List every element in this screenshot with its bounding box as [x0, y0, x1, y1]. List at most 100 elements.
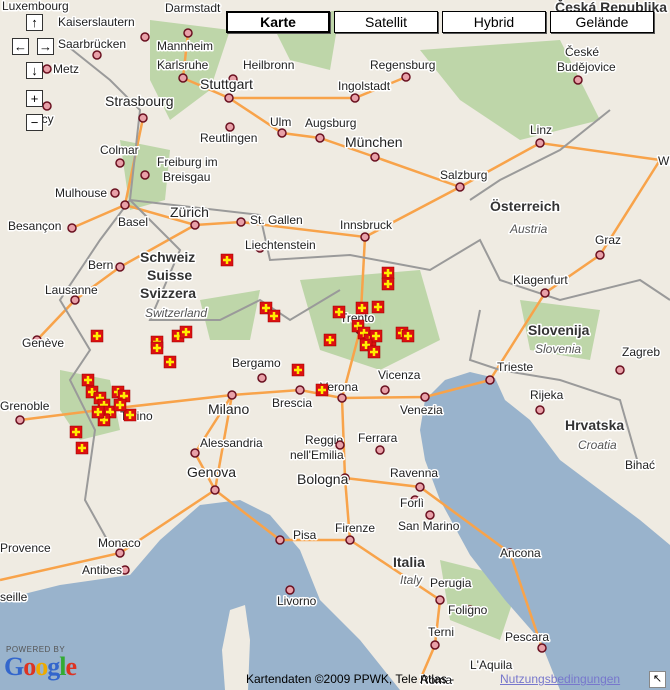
city-label: Perugia	[430, 576, 472, 590]
location-marker[interactable]	[220, 253, 234, 267]
city-label: Luxembourg	[2, 0, 69, 13]
city-label: Livorno	[277, 594, 317, 608]
city-dot	[535, 138, 545, 148]
country-label: Svizzera	[140, 285, 196, 301]
pan-up-button[interactable]: ↑	[26, 14, 43, 31]
city-label: Colmar	[100, 143, 139, 157]
zoom-in-button[interactable]: +	[26, 90, 43, 107]
city-label: Karlsruhe	[157, 58, 209, 72]
map-attribution: Kartendaten ©2009 PPWK, Tele Atlas -	[246, 672, 455, 686]
pan-right-button[interactable]: →	[37, 38, 54, 55]
city-dot	[183, 28, 193, 38]
city-dot	[315, 133, 325, 143]
pan-down-button[interactable]: ↓	[26, 62, 43, 79]
location-marker[interactable]	[150, 341, 164, 355]
city-dot	[360, 232, 370, 242]
location-marker[interactable]	[75, 441, 89, 455]
city-label: nell'Emilia	[290, 448, 344, 462]
location-marker[interactable]	[69, 425, 83, 439]
city-label: Besançon	[8, 219, 61, 233]
city-dot	[595, 250, 605, 260]
city-dot	[375, 445, 385, 455]
city-label: Saarbrücken	[58, 37, 126, 51]
city-dot	[110, 188, 120, 198]
city-label: Brescia	[272, 396, 312, 410]
city-dot	[178, 73, 188, 83]
map-type-satellit[interactable]: Satellit	[334, 11, 438, 33]
city-dot	[115, 262, 125, 272]
map-type-gelaende[interactable]: Gelände	[550, 11, 654, 33]
google-logo[interactable]: Google	[4, 652, 77, 682]
location-marker[interactable]	[323, 333, 337, 347]
location-marker[interactable]	[381, 266, 395, 280]
city-label: Salzburg	[440, 168, 487, 182]
pan-left-button[interactable]: ←	[12, 38, 29, 55]
location-marker[interactable]	[315, 383, 329, 397]
terms-link[interactable]: Nutzungsbedingungen	[500, 672, 620, 686]
city-dot	[67, 223, 77, 233]
location-marker[interactable]	[401, 329, 415, 343]
city-label: Mulhouse	[55, 186, 107, 200]
country-label: Italia	[393, 554, 425, 570]
city-label: Budějovice	[557, 60, 616, 74]
location-marker[interactable]	[90, 329, 104, 343]
city-label: Milano	[208, 401, 249, 417]
zoom-out-button[interactable]: −	[26, 114, 43, 131]
city-dot	[430, 640, 440, 650]
city-label: Reutlingen	[200, 131, 257, 145]
city-dot	[15, 415, 25, 425]
city-label: Breisgau	[163, 170, 210, 184]
city-label: Zagreb	[622, 345, 660, 359]
city-dot	[401, 72, 411, 82]
location-marker[interactable]	[367, 345, 381, 359]
map-canvas[interactable]: Luxembourg Kaiserslautern Darmstadt Saarbrü…	[0, 0, 670, 690]
city-dot	[120, 565, 130, 575]
city-label: Alessandria	[200, 436, 263, 450]
city-dot	[120, 200, 130, 210]
city-dot	[140, 170, 150, 180]
city-label: Vicenza	[378, 368, 421, 382]
city-dot	[257, 373, 267, 383]
city-dot	[425, 510, 435, 520]
city-label: Foligno	[448, 603, 488, 617]
city-dot	[615, 365, 625, 375]
city-dot	[115, 548, 125, 558]
overview-toggle-icon[interactable]: ↖	[649, 671, 666, 688]
city-dot	[485, 375, 495, 385]
city-label: Trieste	[497, 360, 534, 374]
city-label: St. Gallen	[250, 213, 303, 227]
location-marker[interactable]	[267, 309, 281, 323]
city-dot	[115, 158, 125, 168]
city-label: Ingolstadt	[338, 79, 391, 93]
city-dot	[295, 385, 305, 395]
location-marker[interactable]	[371, 300, 385, 314]
location-marker[interactable]	[332, 305, 346, 319]
location-marker[interactable]	[355, 301, 369, 315]
city-dot	[573, 75, 583, 85]
location-marker[interactable]	[91, 405, 105, 419]
location-marker[interactable]	[81, 373, 95, 387]
city-dot	[236, 217, 246, 227]
city-label: Forlì	[400, 496, 424, 510]
map-type-karte[interactable]: Karte	[226, 11, 330, 33]
city-dot	[190, 220, 200, 230]
city-label: Metz	[53, 62, 79, 76]
location-marker[interactable]	[179, 325, 193, 339]
country-label: Suisse	[147, 267, 192, 283]
city-label: Zürich	[170, 204, 209, 220]
location-marker[interactable]	[291, 363, 305, 377]
city-dot	[190, 448, 200, 458]
city-label: München	[345, 134, 403, 150]
location-marker[interactable]	[113, 398, 127, 412]
city-label: České	[565, 44, 599, 59]
country-label-english: Slovenia	[535, 342, 581, 356]
city-label: Pescara	[505, 630, 549, 644]
location-marker[interactable]	[381, 277, 395, 291]
city-label: Stuttgart	[200, 76, 253, 92]
map-type-hybrid[interactable]: Hybrid	[442, 11, 546, 33]
city-dot	[535, 405, 545, 415]
location-marker[interactable]	[163, 355, 177, 369]
city-label: Kaiserslautern	[58, 15, 135, 29]
city-label: Monaco	[98, 536, 141, 550]
city-label: Bologna	[297, 471, 349, 487]
